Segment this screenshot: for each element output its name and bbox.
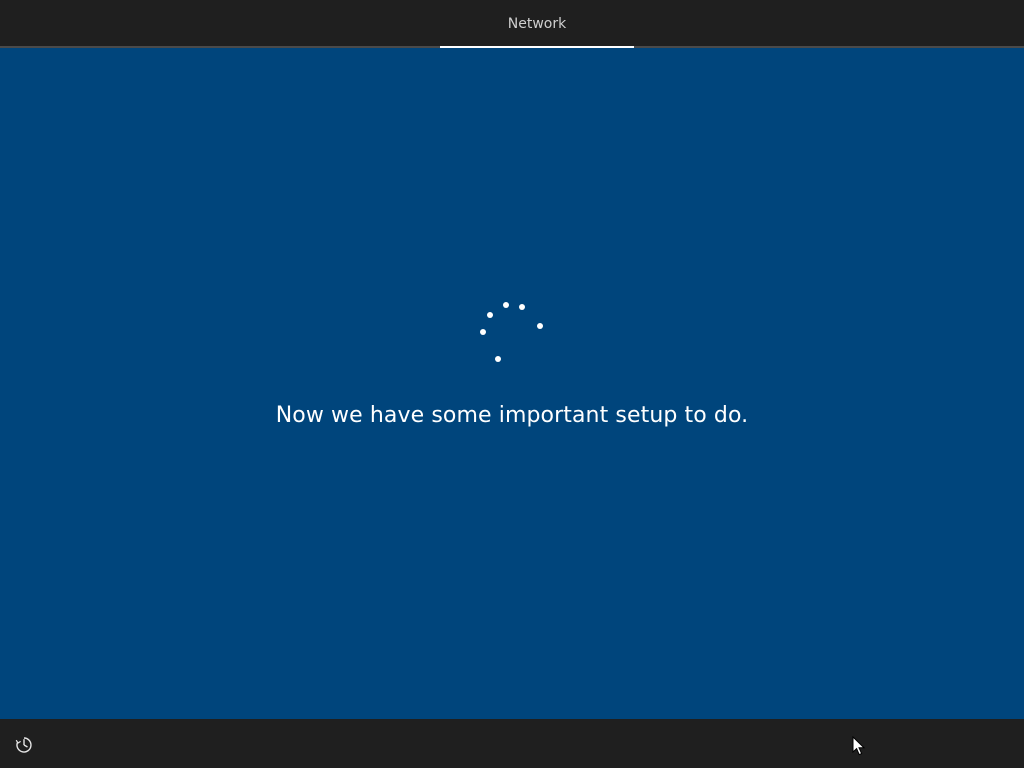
spinner-dot bbox=[487, 312, 493, 318]
ease-of-access-icon bbox=[15, 737, 32, 753]
top-bar: Network bbox=[0, 0, 1024, 48]
loading-spinner bbox=[0, 48, 1024, 719]
bottom-bar bbox=[0, 719, 1024, 768]
tab-network: Network bbox=[440, 0, 634, 48]
setup-message: Now we have some important setup to do. bbox=[275, 403, 749, 428]
mouse-pointer-icon bbox=[852, 736, 866, 756]
spinner-dot bbox=[503, 302, 509, 308]
spinner-dot bbox=[519, 304, 525, 310]
tab-label: Network bbox=[507, 16, 567, 32]
spinner-dot bbox=[480, 329, 486, 335]
ease-of-access-button[interactable] bbox=[12, 733, 36, 757]
spinner-dot bbox=[537, 323, 543, 329]
spinner-dot bbox=[495, 356, 501, 362]
setup-panel: Now we have some important setup to do. bbox=[0, 48, 1024, 719]
